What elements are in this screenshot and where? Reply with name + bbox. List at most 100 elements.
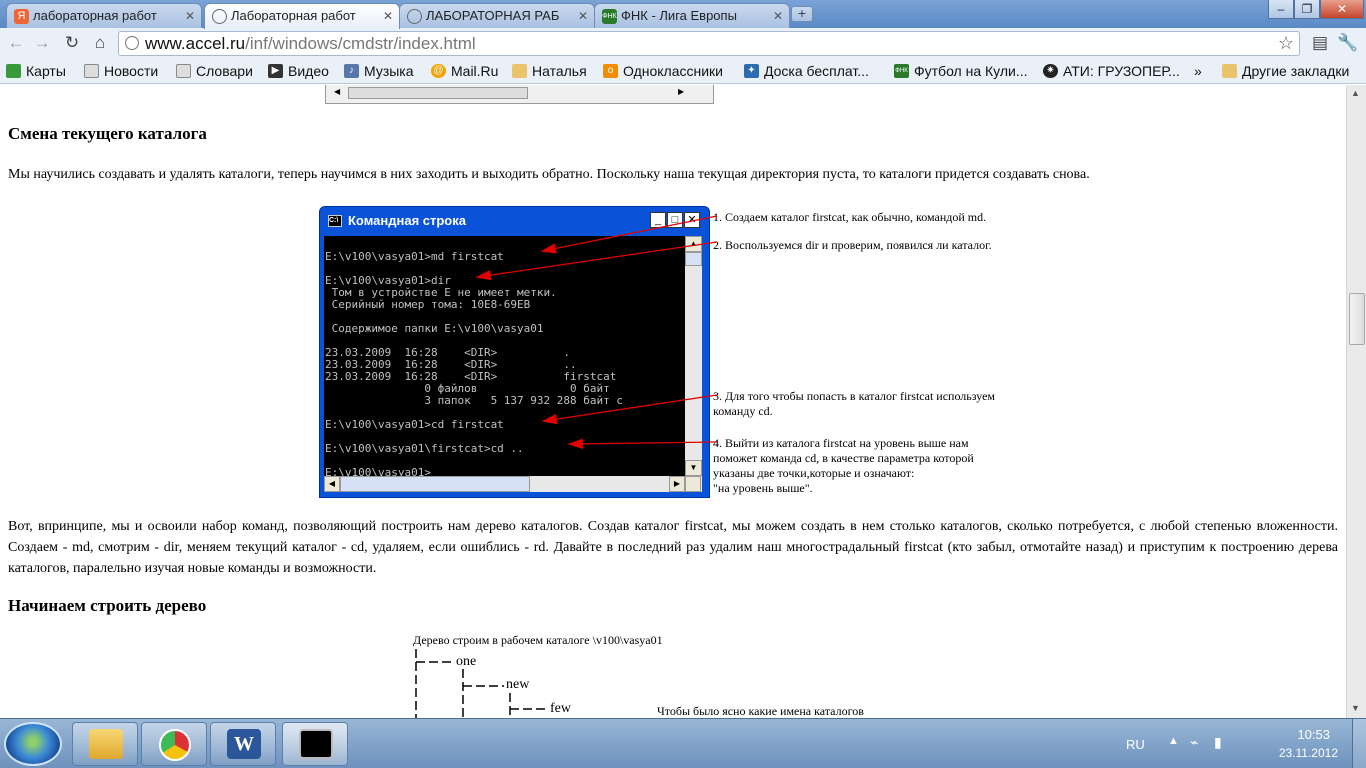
play-icon: ▶	[268, 64, 283, 78]
close-icon[interactable]: ✕	[383, 4, 393, 28]
language-indicator[interactable]: RU	[1126, 737, 1145, 752]
console-line: Серийный номер тома: 10E8-69EB	[325, 298, 531, 311]
tree-node: one	[456, 654, 477, 669]
chevron-up-icon[interactable]: ▲	[1168, 735, 1179, 747]
close-icon: ✕	[684, 212, 700, 228]
usb-icon[interactable]: ⌁	[1190, 734, 1198, 751]
bookmark-item[interactable]: @ Mail.Ru	[431, 62, 498, 80]
bookmarks-bar: Карты Новости Словари ▶ Видео ♪ Музыка @ Ma…	[0, 58, 1366, 84]
address-bar[interactable]: www.accel.ru/inf/windows/cmdstr/index.ht…	[118, 31, 1300, 56]
minimize-icon: _	[650, 212, 666, 228]
arrow-up-icon: ▲	[685, 236, 702, 252]
show-desktop-button[interactable]	[1352, 719, 1366, 768]
music-icon: ♪	[344, 64, 359, 78]
back-button[interactable]: ←	[4, 32, 28, 54]
scroll-thumb[interactable]	[348, 87, 528, 99]
reload-button[interactable]: ↻	[60, 32, 84, 54]
signal-icon[interactable]: ▮	[1214, 734, 1222, 751]
minimize-button[interactable]: –	[1268, 0, 1294, 19]
star-icon[interactable]: ☆	[1278, 32, 1294, 55]
console-line: Содержимое папки E:\v100\vasya01	[325, 322, 544, 335]
bookmarks-overflow-button[interactable]: »	[1194, 62, 1208, 80]
close-icon[interactable]: ✕	[773, 4, 783, 28]
tab-title: ФНК - Лига Европы	[621, 8, 737, 23]
browser-toolbar: ← → ↻ ⌂ www.accel.ru/inf/windows/cmdstr/…	[0, 28, 1366, 58]
taskbar: W RU ▲ ⌁ ▮ 10:53 23.11.2012	[0, 718, 1366, 768]
tree-caption: Дерево строим в рабочем каталоге \v100\v…	[413, 633, 663, 647]
fnk-icon: ФНК	[894, 64, 909, 78]
arrow-left-icon[interactable]: ◀	[334, 87, 340, 96]
annotation-4: 4. Выйти из каталога firstcat на уровень…	[713, 436, 974, 495]
tree-node: few	[550, 701, 571, 716]
bookmark-item[interactable]: Словари	[176, 62, 253, 80]
page-scrollbar[interactable]: ▲ ▼	[1346, 85, 1366, 718]
arrow-left-icon: ◀	[324, 476, 340, 492]
start-button[interactable]	[4, 722, 62, 766]
bookmark-item[interactable]: Другие закладки	[1222, 62, 1349, 80]
globe-icon	[212, 9, 227, 24]
console-hscroll: ◀ ▶	[324, 476, 702, 492]
mail-icon: @	[431, 64, 446, 78]
taskbar-app[interactable]	[282, 722, 348, 766]
fnk-icon: ФНК	[602, 9, 617, 24]
ati-icon: ✷	[1043, 64, 1058, 78]
console-titlebar: C:\ Командная строка	[328, 210, 647, 232]
close-icon[interactable]: ✕	[185, 4, 195, 28]
arrow-down-icon: ▼	[685, 460, 702, 476]
bookmark-item[interactable]: Новости	[84, 62, 158, 80]
cmd-icon	[299, 729, 333, 759]
tab-2[interactable]: Лабораторная работ ✕	[204, 3, 400, 29]
page-icon	[84, 64, 99, 78]
bookmark-item[interactable]: Наталья	[512, 62, 587, 80]
wrench-icon[interactable]: 🔧	[1336, 32, 1360, 54]
tab-1[interactable]: Я лабораторная работ ✕	[6, 3, 202, 28]
maps-icon	[6, 64, 21, 78]
section-heading: Смена текущего каталога	[8, 124, 207, 143]
tab-strip: Я лабораторная работ ✕ Лабораторная рабо…	[0, 0, 1366, 29]
console-vscroll: ▲ ▼	[685, 236, 702, 476]
page-icon	[176, 64, 191, 78]
folder-icon	[512, 64, 527, 78]
arrow-down-icon[interactable]: ▼	[1351, 703, 1360, 713]
home-button[interactable]: ⌂	[88, 32, 112, 54]
address-host: www.accel.ru	[145, 34, 246, 53]
tab-4[interactable]: ФНК ФНК - Лига Европы ✕	[594, 3, 790, 28]
clock-date[interactable]: 23.11.2012	[1279, 746, 1338, 760]
tab-title: лабораторная работ	[33, 8, 157, 23]
arrow-right-icon[interactable]: ▶	[678, 87, 684, 96]
close-icon[interactable]: ✕	[578, 4, 588, 28]
taskbar-app[interactable]	[72, 722, 138, 766]
arrow-up-icon[interactable]: ▲	[1351, 88, 1360, 98]
console-output: E:\v100\vasya01>md firstcat E:\v100\vasya…	[324, 236, 685, 490]
maximize-button[interactable]: ❐	[1294, 0, 1320, 19]
new-tab-button[interactable]: +	[791, 6, 813, 22]
page-menu-icon[interactable]: ▤	[1308, 32, 1332, 54]
folder-icon	[1222, 64, 1237, 78]
embedded-scrollbar-frame: ◀ ▶	[325, 85, 714, 104]
tab-title: Лабораторная работ	[231, 8, 356, 23]
paragraph: Мы научились создавать и удалять каталог…	[8, 167, 1090, 182]
section-heading: Начинаем строить дерево	[8, 596, 207, 615]
resize-grip	[685, 476, 701, 492]
clock-time[interactable]: 10:53	[1297, 727, 1330, 742]
bookmark-item[interactable]: о Одноклассники	[603, 62, 723, 80]
address-path: /inf/windows/cmdstr/index.html	[245, 34, 476, 53]
chrome-icon	[159, 729, 191, 761]
bookmark-item[interactable]: ФНК Футбол на Кули...	[894, 62, 1028, 80]
bookmark-item[interactable]: ♪ Музыка	[344, 62, 414, 80]
bookmark-item[interactable]: ▶ Видео	[268, 62, 329, 80]
maximize-icon: □	[667, 212, 683, 228]
bookmark-item[interactable]: ✷ АТИ: ГРУЗОПЕР...	[1043, 62, 1180, 80]
close-window-button[interactable]: ✕	[1320, 0, 1364, 19]
taskbar-app[interactable]: W	[210, 722, 276, 766]
scroll-thumb	[685, 252, 702, 266]
taskbar-app[interactable]	[141, 722, 207, 766]
bookmark-item[interactable]: Карты	[6, 62, 66, 80]
tab-3[interactable]: ЛАБОРАТОРНАЯ РАБ ✕	[399, 3, 595, 28]
scroll-thumb[interactable]	[1349, 293, 1365, 345]
bookmark-item[interactable]: ✦ Доска бесплат...	[744, 62, 869, 80]
paragraph: Вот, впринципе, мы и освоили набор коман…	[8, 519, 1338, 576]
forward-button[interactable]: →	[30, 32, 54, 54]
ok-icon: о	[603, 64, 618, 78]
annotation-1: 1. Создаем каталог firstcat, как обычно,…	[713, 210, 987, 224]
